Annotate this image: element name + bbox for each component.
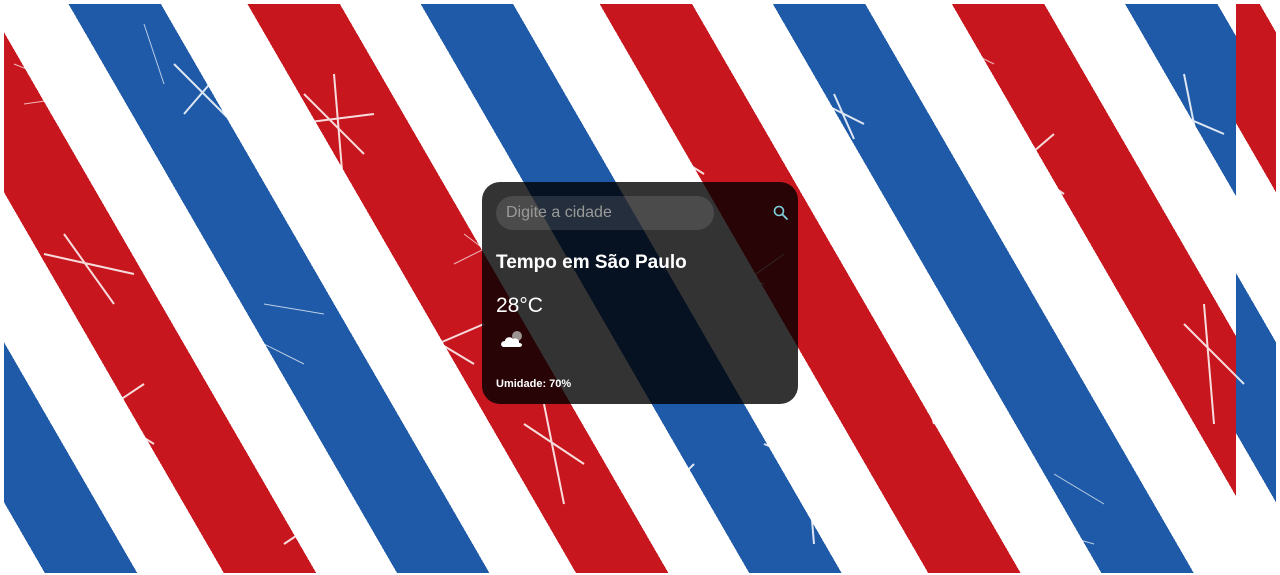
partly-cloudy-icon <box>501 331 522 347</box>
search-icon <box>773 205 788 220</box>
search-bar <box>496 196 788 230</box>
search-button[interactable] <box>772 204 790 222</box>
weather-card: Tempo em São Paulo 28°C Umidade: 70% <box>482 182 798 404</box>
temperature-value: 28°C <box>496 294 543 317</box>
city-title: Tempo em São Paulo <box>496 252 687 273</box>
humidity-value: Umidade: 70% <box>496 378 572 390</box>
city-search-input[interactable] <box>496 196 714 230</box>
page-viewport: Tempo em São Paulo 28°C Umidade: 70% <box>4 4 1276 573</box>
